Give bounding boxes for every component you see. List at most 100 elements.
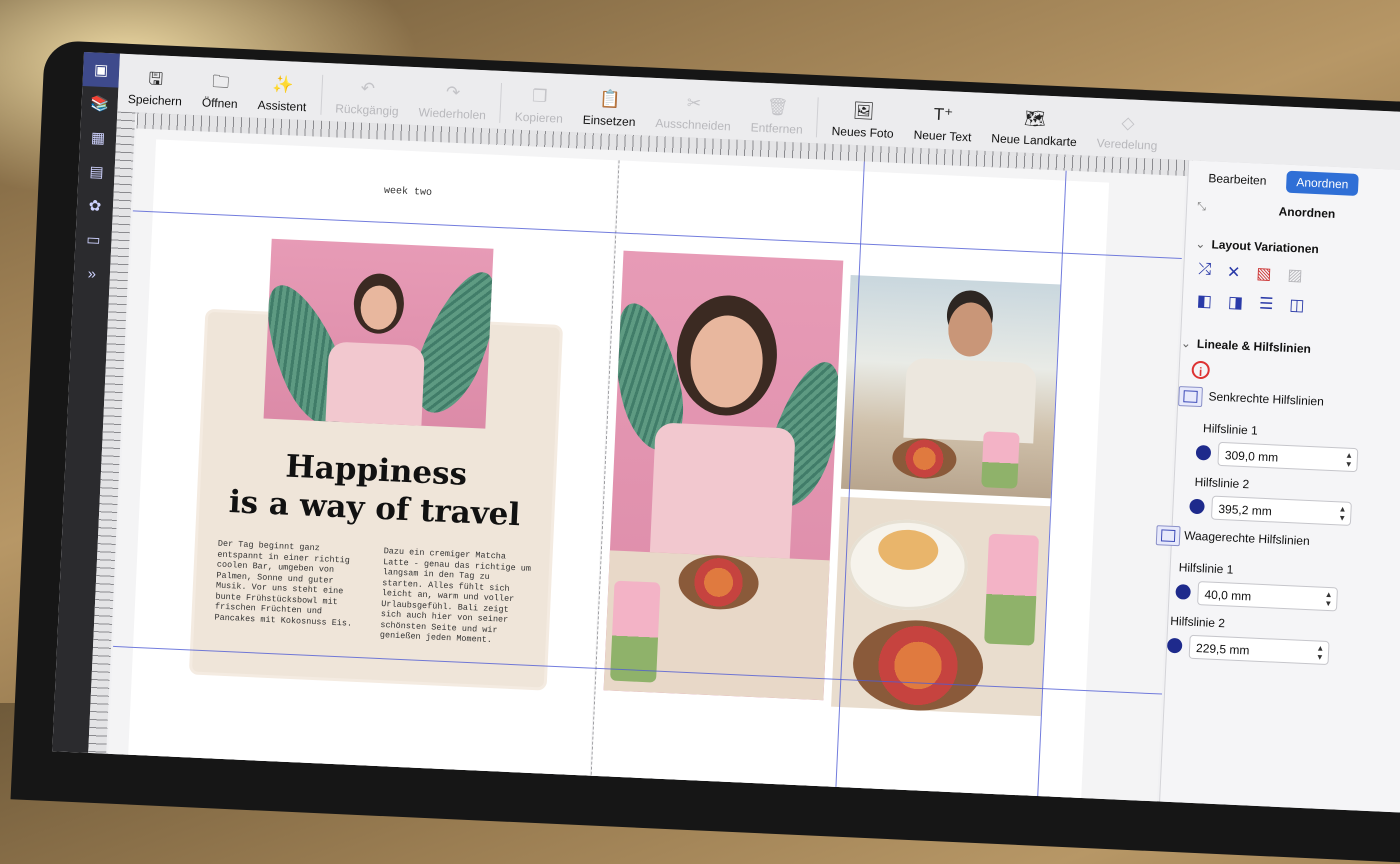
v-guide-1-label: Hilfslinie 1	[1202, 421, 1259, 438]
neuer-text-button[interactable]: T⁺ Neuer Text	[903, 103, 983, 150]
books-icon[interactable]: 📚	[81, 86, 119, 122]
toolbar-label: Öffnen	[201, 95, 238, 112]
stepper-icon[interactable]: ▲ ▼	[1344, 451, 1353, 469]
toolbar-label: Einsetzen	[582, 112, 636, 130]
add-photo-icon: 🖼	[852, 100, 875, 121]
toolbar-label: Rückgängig	[334, 101, 399, 119]
document-canvas[interactable]: week two Happiness is a way of travel De…	[107, 128, 1186, 813]
redo-icon: ↷	[445, 82, 461, 103]
ausschneiden-button[interactable]: ✂ Ausschneiden	[645, 92, 742, 140]
body-text-col2[interactable]: Dazu ein cremiger Matcha Latte - genau d…	[380, 546, 534, 647]
top-shape	[649, 422, 796, 559]
h-guide-2-label: Hilfslinie 2	[1169, 613, 1226, 631]
photo-woman-drink[interactable]	[263, 238, 494, 429]
top-shape	[325, 341, 426, 426]
panel-title: Anordnen	[1278, 204, 1336, 221]
headline[interactable]: Happiness is a way of travel	[209, 444, 542, 535]
glass-drink	[610, 580, 661, 683]
add-text-icon: T⁺	[933, 104, 954, 125]
layout-disabled-icon: ▨	[1287, 266, 1303, 285]
veredelung-button[interactable]: ◇ Veredelung	[1086, 112, 1169, 160]
magic-wand-icon: ✨	[271, 74, 294, 95]
tab-anordnen[interactable]: Anordnen	[1285, 170, 1359, 196]
diamond-icon: ◇	[1121, 113, 1135, 133]
stepper-icon[interactable]: ▲ ▼	[1338, 504, 1347, 522]
neues-foto-button[interactable]: 🖼 Neues Foto	[821, 100, 905, 148]
v-guide-1-value: 309,0 mm	[1224, 448, 1279, 465]
monitor-icon[interactable]: ▭	[75, 222, 113, 258]
align-right-image-icon[interactable]: ◨	[1228, 292, 1244, 313]
v-guide-2-label: Hilfslinie 2	[1194, 474, 1250, 492]
color-stripes-icon[interactable]: ▤	[78, 154, 116, 190]
align-left-image-icon[interactable]: ◧	[1196, 291, 1212, 312]
layout-icon[interactable]: ▣	[82, 52, 120, 88]
h-guide-2-color[interactable]	[1166, 637, 1183, 654]
left-page[interactable]: week two Happiness is a way of travel De…	[127, 139, 618, 800]
properties-panel: Bearbeiten Anordnen ⤡ Anordnen Layout Va…	[1155, 160, 1400, 813]
shuffle-off-icon[interactable]: ✕	[1227, 262, 1241, 283]
paste-icon: 📋	[599, 89, 622, 110]
rückgängig-button[interactable]: ↶ Rückgängig	[325, 77, 410, 125]
stepper-icon[interactable]: ▲ ▼	[1316, 644, 1325, 662]
toolbar-label: Assistent	[257, 97, 307, 115]
matcha-glass	[984, 533, 1040, 646]
tab-bearbeiten[interactable]: Bearbeiten	[1198, 167, 1277, 193]
v-guide-2-color[interactable]	[1189, 498, 1205, 515]
toolbar-label: Speichern	[127, 92, 183, 109]
speichern-button[interactable]: 🖫 Speichern	[117, 68, 193, 115]
toolbar-label: Kopieren	[514, 109, 564, 126]
horizontal-guides-label: Waagerechte Hilfslinien	[1183, 528, 1311, 549]
page-header-text[interactable]: week two	[384, 186, 432, 199]
undo-icon: ↶	[360, 78, 376, 99]
v-guide-1-input[interactable]: 309,0 mm ▲ ▼	[1217, 441, 1359, 473]
toolbar-label: Neuer Text	[913, 127, 972, 145]
v-guide-2-value: 395,2 mm	[1218, 501, 1273, 519]
toolbar-separator	[499, 82, 503, 123]
toolbar-label: Entfernen	[750, 120, 804, 137]
stepper-icon[interactable]: ▲ ▼	[1324, 590, 1333, 608]
stack-vertical-icon[interactable]: ☰	[1259, 294, 1274, 315]
toolbar-separator	[319, 74, 323, 115]
save-icon: 🖫	[148, 68, 164, 89]
toolbar-label: Wiederholen	[418, 105, 487, 123]
layout-grid-icon[interactable]: ▦	[79, 120, 117, 156]
h-guide-1-color[interactable]	[1175, 584, 1191, 600]
h-guide-2-value: 229,5 mm	[1195, 641, 1250, 658]
toolbar-separator	[816, 97, 820, 138]
layout-icon-row-2: ◧ ◨ ☰ ◫	[1196, 291, 1305, 316]
v-guide-2-input[interactable]: 395,2 mm ▲ ▼	[1210, 495, 1352, 526]
fruit-bowl	[851, 617, 986, 714]
toolbar-label: Veredelung	[1096, 136, 1158, 153]
expand-icon[interactable]: »	[73, 256, 111, 292]
shirt-shape	[903, 357, 1037, 444]
photo-man-cafe[interactable]	[840, 275, 1061, 499]
add-map-icon: 🗺	[1023, 108, 1047, 129]
info-icon[interactable]: i	[1191, 360, 1211, 380]
copy-icon: ❐	[531, 86, 548, 107]
h-guide-2-input[interactable]: 229,5 mm ▲ ▼	[1188, 634, 1330, 666]
smoothie-bowl	[891, 437, 958, 480]
h-guide-1-input[interactable]: 40,0 mm ▲ ▼	[1197, 581, 1339, 612]
glass-drink	[981, 431, 1020, 489]
horizontal-guides-icon	[1155, 525, 1181, 547]
section-rulers-guides[interactable]: Lineale & Hilfslinien	[1181, 336, 1312, 356]
v-guide-1-color[interactable]	[1195, 444, 1212, 461]
shuffle-icon[interactable]: ⤮	[1198, 261, 1212, 282]
einsetzen-button[interactable]: 📋 Einsetzen	[572, 88, 647, 135]
öffnen-button[interactable]: 🗀 Öffnen	[191, 71, 249, 117]
neue-landkarte-button[interactable]: 🗺 Neue Landkarte	[981, 107, 1088, 156]
photo-woman-bowl[interactable]	[603, 250, 844, 701]
flower-icon[interactable]: ✿	[76, 188, 114, 224]
toolbar-label: Neues Foto	[831, 124, 894, 141]
section-layout-variations[interactable]: Layout Variationen	[1195, 237, 1319, 256]
layout-icon-row-1: ⤮ ✕ ▧ ▨	[1198, 261, 1303, 286]
remove-layout-icon[interactable]: ▧	[1256, 263, 1272, 284]
panel-tabs: Bearbeiten Anordnen	[1198, 167, 1359, 196]
assistent-button[interactable]: ✨ Assistent	[247, 74, 318, 121]
kopieren-button[interactable]: ❐ Kopieren	[504, 85, 574, 132]
body-text-col1[interactable]: Der Tag beginnt ganz entspannt in einer …	[214, 539, 368, 630]
stack-horizontal-icon[interactable]: ◫	[1289, 295, 1305, 316]
wiederholen-button[interactable]: ↷ Wiederholen	[408, 81, 497, 129]
entfernen-button[interactable]: 🗑 Entfernen	[740, 96, 814, 143]
h-guide-1-label: Hilfslinie 1	[1178, 560, 1234, 577]
